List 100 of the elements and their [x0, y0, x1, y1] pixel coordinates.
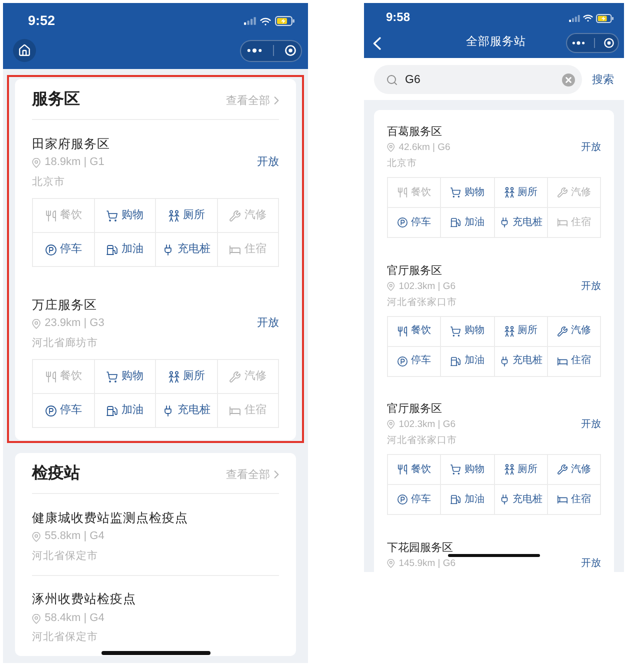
station-name: 田家府服务区	[32, 136, 111, 152]
parking-icon	[397, 217, 408, 228]
plug-icon	[498, 356, 510, 366]
station-name: 万庄服务区	[32, 296, 98, 314]
people-icon	[504, 464, 515, 475]
search-icon	[386, 74, 398, 86]
search-field[interactable]: G6	[374, 65, 582, 94]
facility-label: 厕所	[182, 208, 205, 222]
location-pin-icon	[387, 420, 395, 430]
section-title: 检疫站	[32, 463, 80, 484]
fuel-pump-icon	[106, 404, 118, 416]
parking-icon	[397, 494, 408, 505]
facility-label: 餐饮	[411, 464, 432, 476]
wrench-icon	[229, 370, 242, 382]
parking-icon	[44, 404, 57, 416]
status-text: 开放	[581, 142, 601, 154]
city-text: 河北省张家口市	[387, 296, 458, 310]
distance-text: 42.6km | G6	[398, 142, 450, 154]
utensils-icon	[397, 326, 408, 336]
facility-label: 停车	[60, 404, 82, 418]
station-name: 百葛服务区	[387, 124, 443, 140]
more-icon[interactable]	[246, 48, 262, 53]
facility-label: 厕所	[518, 325, 538, 337]
distance-text: 55.8km | G4	[44, 530, 104, 544]
facility-label: 停车	[411, 494, 432, 506]
station-name: 涿州收费站检疫点	[32, 591, 137, 608]
fuel-pump-icon	[106, 244, 118, 256]
bed-icon	[229, 244, 242, 256]
facility-label: 停车	[411, 216, 432, 228]
people-icon	[504, 326, 515, 336]
facility-label: 厕所	[182, 370, 205, 384]
utensils-icon	[44, 370, 57, 382]
facility-label: 厕所	[518, 186, 538, 198]
location-pin-icon	[32, 532, 41, 542]
facility-label: 住宿	[570, 494, 591, 506]
distance-text: 102.3km | G6	[398, 280, 456, 292]
facility-label: 购物	[464, 464, 484, 476]
utensils-icon	[44, 210, 57, 222]
facility-label: 充电桩	[512, 355, 543, 367]
location-pin-icon	[32, 614, 41, 624]
facility-label: 停车	[411, 355, 432, 367]
circle-dot-icon[interactable]	[284, 45, 296, 56]
wrench-icon	[556, 326, 568, 336]
bed-icon	[556, 494, 568, 505]
circle-dot-icon[interactable]	[604, 38, 614, 48]
search-button[interactable]: 搜索	[592, 72, 614, 87]
plug-icon	[162, 244, 174, 256]
people-icon	[504, 187, 515, 198]
plug-icon	[498, 217, 510, 228]
battery-icon	[596, 14, 614, 22]
city-text: 河北省廊坊市	[32, 336, 99, 350]
wifi-icon	[583, 14, 593, 22]
location-pin-icon	[387, 143, 395, 152]
city-text: 北京市	[32, 174, 66, 190]
facility-label: 住宿	[244, 404, 266, 418]
facility-label: 充电桩	[512, 216, 543, 228]
people-icon	[168, 370, 180, 382]
plug-icon	[498, 494, 510, 505]
more-icon[interactable]	[572, 41, 584, 45]
station-name: 健康城收费站监测点检疫点	[32, 510, 189, 526]
facility-label: 厕所	[518, 464, 538, 476]
facility-label: 充电桩	[177, 404, 210, 418]
battery-icon	[275, 16, 295, 26]
facility-label: 充电桩	[177, 242, 210, 256]
facility-label: 购物	[464, 186, 484, 198]
fuel-pump-icon	[450, 494, 462, 505]
facility-label: 加油	[464, 494, 484, 506]
facility-label: 汽修	[570, 464, 591, 476]
city-text: 河北省保定市	[32, 630, 99, 645]
facility-label: 汽修	[244, 370, 266, 384]
distance-text: 23.9km | G3	[44, 317, 104, 331]
location-pin-icon	[387, 282, 395, 291]
wrench-icon	[556, 464, 568, 475]
distance-text: 102.3km | G6	[398, 419, 456, 431]
utensils-icon	[397, 464, 408, 475]
home-button[interactable]	[13, 39, 36, 62]
distance-text: 18.9km | G1	[44, 156, 104, 170]
city-text: 河北省保定市	[32, 548, 99, 564]
status-text: 开放	[581, 419, 601, 431]
location-pin-icon	[32, 158, 41, 168]
facility-label: 购物	[121, 208, 144, 222]
parking-icon	[44, 244, 57, 256]
back-icon[interactable]	[373, 36, 381, 50]
people-icon	[168, 210, 180, 222]
section-title: 服务区	[32, 90, 80, 110]
bed-icon	[229, 404, 242, 416]
cart-icon	[106, 210, 118, 222]
wifi-icon	[260, 16, 271, 26]
facility-label: 加油	[121, 404, 144, 418]
status-text: 开放	[581, 558, 601, 570]
facility-label: 汽修	[570, 325, 591, 337]
status-text: 开放	[257, 156, 279, 170]
wrench-icon	[229, 210, 242, 222]
facility-label: 加油	[464, 216, 484, 228]
station-name: 官厅服务区	[387, 402, 443, 417]
facility-label: 汽修	[244, 208, 266, 222]
facility-label: 停车	[60, 242, 82, 256]
location-pin-icon	[387, 558, 395, 568]
location-pin-icon	[32, 319, 41, 329]
facility-label: 加油	[121, 242, 144, 256]
